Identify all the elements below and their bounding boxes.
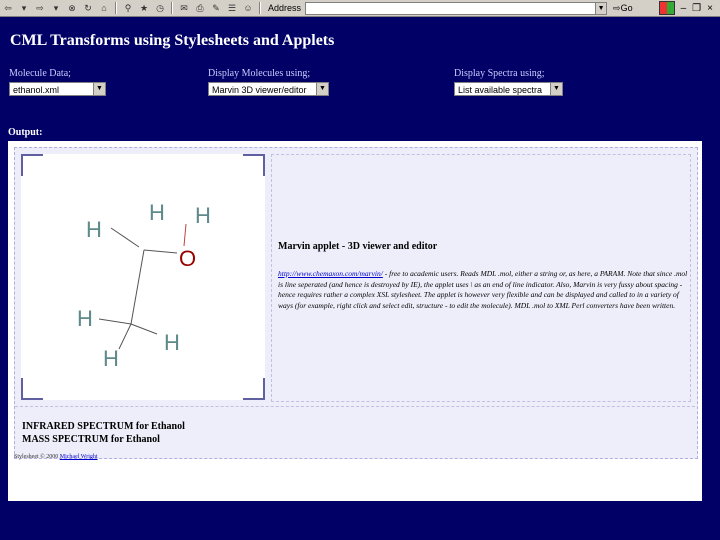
toolbar-separator [259,2,261,14]
restore-icon[interactable]: ❐ [692,3,701,14]
marvin-link[interactable]: http://www.chemaxon.com/marvin/ [278,269,383,278]
molecule-data-label: Molecule Data; [9,68,71,79]
display-molecules-select[interactable]: Marvin 3D viewer/editor ▼ [208,82,329,96]
bond [98,318,132,325]
toolbar-separator [171,2,173,14]
toolbar-separator [115,2,117,14]
applet-description-text: http://www.chemaxon.com/marvin/ - free t… [278,269,688,311]
search-icon[interactable]: ⚲ [121,2,135,14]
windows-logo-icon [658,1,675,15]
marvin-applet[interactable]: H H H O H H H [21,154,265,400]
display-spectra-label: Display Spectra using; [454,68,545,79]
atom-h: H [149,200,165,225]
stop-icon[interactable]: ⊗ [65,2,79,14]
refresh-icon[interactable]: ↻ [81,2,95,14]
atom-o: O [179,246,196,271]
atom-h: H [103,346,119,371]
close-icon[interactable]: × [707,3,713,14]
edit-icon[interactable]: ✎ [209,2,223,14]
go-label: Go [620,2,633,13]
spectrum-item-mass[interactable]: MASS SPECTRUM for Ethanol [22,434,160,445]
bond [118,323,132,350]
minimize-icon[interactable]: – [681,3,687,14]
forward-dropdown-icon[interactable]: ▾ [49,2,63,14]
address-input[interactable]: ▼ [305,1,608,15]
credit: Stylesheet © 2000 Michael Wright [14,454,98,460]
spectrum-item-infrared[interactable]: INFRARED SPECTRUM for Ethanol [22,421,185,432]
display-molecules-label: Display Molecules using; [208,68,311,79]
applet-title: Marvin applet - 3D viewer and editor [278,241,438,252]
chevron-down-icon: ▼ [316,83,328,95]
messenger-icon[interactable]: ☺ [241,2,255,14]
favorites-icon[interactable]: ★ [137,2,151,14]
credit-text: Stylesheet © 2000 [14,454,60,460]
print-icon[interactable]: ⎙ [193,2,207,14]
go-button[interactable]: ⇨Go [613,3,633,14]
applet-description: Marvin applet - 3D viewer and editor htt… [271,154,691,402]
display-molecules-value: Marvin 3D viewer/editor [212,85,307,95]
bond [130,323,158,335]
molecule-structure[interactable]: H H H O H H H [21,154,265,400]
output-label: Output: [8,127,43,138]
author-link[interactable]: Michael Wright [60,454,98,460]
atoms: H H H O H H H [77,200,211,371]
atom-h: H [77,306,93,331]
display-spectra-value: List available spectra [458,85,543,95]
output-frame: H H H O H H H Marvin applet - 3D viewer … [14,147,698,459]
address-dropdown-icon[interactable]: ▼ [595,2,607,14]
molecule-data-select[interactable]: ethanol.xml ▼ [9,82,106,96]
bond [110,227,140,248]
back-dropdown-icon[interactable]: ▾ [17,2,31,14]
forward-icon[interactable]: ⇨ [33,2,47,14]
bond [183,223,187,247]
go-icon: ⇨ [613,2,621,13]
back-icon[interactable]: ⇦ [1,2,15,14]
discuss-icon[interactable]: ☰ [225,2,239,14]
page-title: CML Transforms using Stylesheets and App… [10,32,335,49]
atom-h: H [164,330,180,355]
home-icon[interactable]: ⌂ [97,2,111,14]
chevron-down-icon: ▼ [550,83,562,95]
history-icon[interactable]: ◷ [153,2,167,14]
molecule-data-value: ethanol.xml [13,85,60,95]
browser-toolbar: ⇦ ▾ ⇨ ▾ ⊗ ↻ ⌂ ⚲ ★ ◷ ✉ ⎙ ✎ ☰ ☺ Address ▼ … [0,0,720,17]
bond [143,249,178,254]
atom-h: H [195,203,211,228]
atom-h: H [86,217,102,242]
address-label: Address [268,3,302,13]
mail-icon[interactable]: ✉ [177,2,191,14]
output-panel: H H H O H H H Marvin applet - 3D viewer … [8,141,702,501]
spectra-list: INFRARED SPECTRUM for Ethanol MASS SPECT… [15,406,695,457]
bond [130,249,145,325]
display-spectra-select[interactable]: List available spectra ▼ [454,82,563,96]
chevron-down-icon: ▼ [93,83,105,95]
